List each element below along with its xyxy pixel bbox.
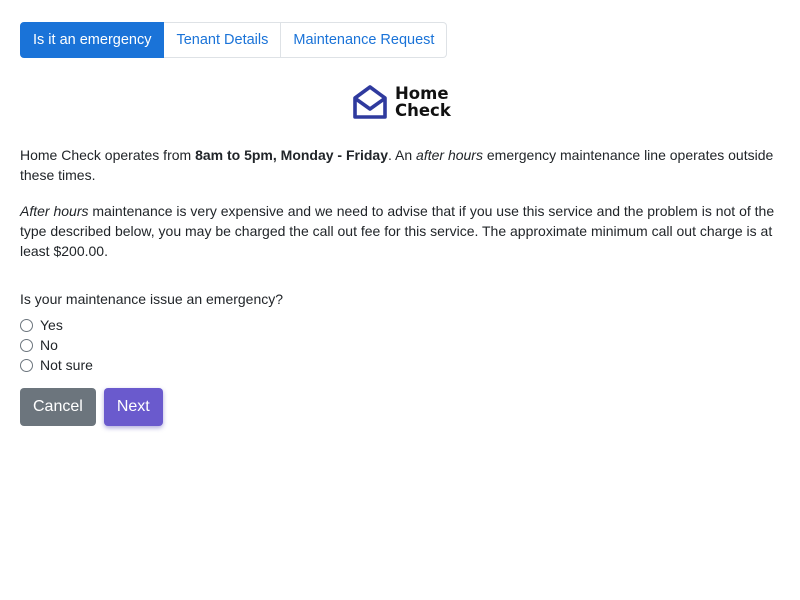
option-not-sure-label[interactable]: Not sure [40,355,93,375]
step-tabs: Is it an emergency Tenant Details Mainte… [20,22,780,58]
radio-yes[interactable] [20,318,33,332]
intro-part-1: Home Check operates from [20,147,196,163]
tab-tenant-details[interactable]: Tenant Details [164,22,282,58]
logo-line-2: Check [395,101,451,120]
warning-text: After hours maintenance is very expensiv… [20,201,780,261]
intro-hours: 8am to 5pm, Monday - Friday [195,147,389,163]
logo-line-1: Home [395,84,449,103]
tab-maintenance-request[interactable]: Maintenance Request [281,22,448,58]
radio-not-sure[interactable] [20,358,33,372]
cancel-button[interactable]: Cancel [20,388,96,426]
tab-is-it-an-emergency[interactable]: Is it an emergency [20,22,165,58]
option-not-sure[interactable]: Not sure [20,355,780,375]
option-no[interactable]: No [20,335,780,355]
option-no-label[interactable]: No [40,335,58,355]
option-yes-label[interactable]: Yes [40,315,63,335]
next-button[interactable]: Next [103,388,163,426]
intro-text: Home Check operates from 8am to 5pm, Mon… [20,145,780,185]
warning-after-hours: After hours [20,203,89,219]
radio-no[interactable] [20,338,33,352]
content: Home Check operates from 8am to 5pm, Mon… [20,145,780,375]
warning-body: maintenance is very expensive and we nee… [20,203,775,259]
logo-text: Home Check [395,85,451,119]
intro-after-hours: after hours [416,147,483,163]
open-envelope-icon [353,85,387,119]
home-check-logo: Home Check [352,84,451,120]
intro-part-2: . An [388,147,417,163]
emergency-question: Is your maintenance issue an emergency? [20,291,284,307]
page: Is it an emergency Tenant Details Mainte… [0,0,800,600]
form-buttons: Cancel Next [20,388,163,426]
option-yes[interactable]: Yes [20,315,780,335]
